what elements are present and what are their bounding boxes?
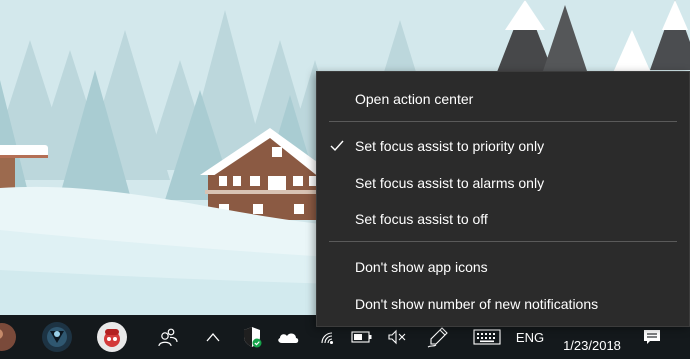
security-shield-icon[interactable] (240, 315, 264, 359)
menu-item-label: Set focus assist to alarms only (355, 175, 545, 191)
menu-item-label: Open action center (355, 91, 474, 107)
people-icon[interactable] (155, 315, 181, 359)
menu-item-hide-notification-count[interactable]: Don't show number of new notifications (317, 287, 689, 321)
menu-item-label: Set focus assist to off (355, 211, 488, 227)
menu-separator (329, 121, 677, 122)
menu-item-open-action-center[interactable]: Open action center (317, 82, 689, 116)
menu-item-focus-alarms[interactable]: Set focus assist to alarms only (317, 166, 689, 200)
chevron-up-icon[interactable] (203, 315, 223, 359)
language-label: ENG (515, 329, 545, 345)
menu-item-label: Set focus assist to priority only (355, 138, 545, 154)
red-character-icon[interactable] (95, 315, 129, 359)
tray-context-menu: Open action center Set focus assist to p… (316, 71, 690, 327)
dark-game-icon[interactable] (40, 315, 74, 359)
menu-item-focus-priority[interactable]: Set focus assist to priority only (317, 129, 689, 163)
checkmark-icon (330, 140, 344, 152)
menu-item-label: Don't show number of new notifications (355, 296, 599, 312)
menu-item-focus-off[interactable]: Set focus assist to off (317, 202, 689, 236)
menu-separator (329, 241, 677, 242)
onedrive-cloud-icon[interactable] (275, 315, 301, 359)
menu-item-label: Don't show app icons (355, 259, 488, 275)
date-label: 1/23/2018 (563, 338, 621, 353)
menu-item-hide-app-icons[interactable]: Don't show app icons (317, 250, 689, 284)
app-icon[interactable] (0, 315, 18, 359)
